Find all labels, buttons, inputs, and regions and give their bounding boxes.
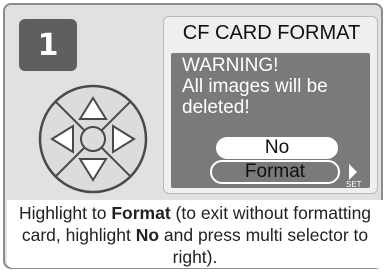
step-number: 1 bbox=[37, 27, 59, 63]
menu-option-no[interactable]: No bbox=[216, 137, 338, 159]
caption-bold-format: Format bbox=[111, 203, 171, 223]
screen-title: CF CARD FORMAT bbox=[182, 22, 361, 44]
instruction-caption: Highlight to Format (to exit without for… bbox=[7, 200, 383, 268]
set-label: SET bbox=[346, 180, 362, 189]
caption-part: and press multi selector to right). bbox=[159, 225, 369, 267]
warning-message: WARNING! All images will be deleted! bbox=[182, 55, 372, 118]
set-arrow-icon bbox=[349, 164, 357, 180]
caption-bold-no: No bbox=[135, 225, 160, 245]
multi-selector-dpad-icon bbox=[37, 83, 149, 195]
caption-part: Highlight to bbox=[18, 203, 112, 223]
screen-menu-area: WARNING! All images will be deleted! No … bbox=[171, 53, 372, 189]
step-number-badge: 1 bbox=[19, 19, 77, 71]
menu-option-format[interactable]: Format bbox=[210, 160, 340, 184]
camera-lcd-screen: CF CARD FORMAT WARNING! All images will … bbox=[163, 16, 378, 194]
warning-line: All images will be bbox=[182, 76, 328, 97]
instruction-text: Highlight to Format (to exit without for… bbox=[7, 200, 383, 268]
warning-line: deleted! bbox=[182, 97, 250, 118]
warning-line: WARNING! bbox=[182, 55, 279, 76]
instruction-card: 1 CF CARD FORMAT WARNING! All images wil… bbox=[3, 3, 383, 269]
